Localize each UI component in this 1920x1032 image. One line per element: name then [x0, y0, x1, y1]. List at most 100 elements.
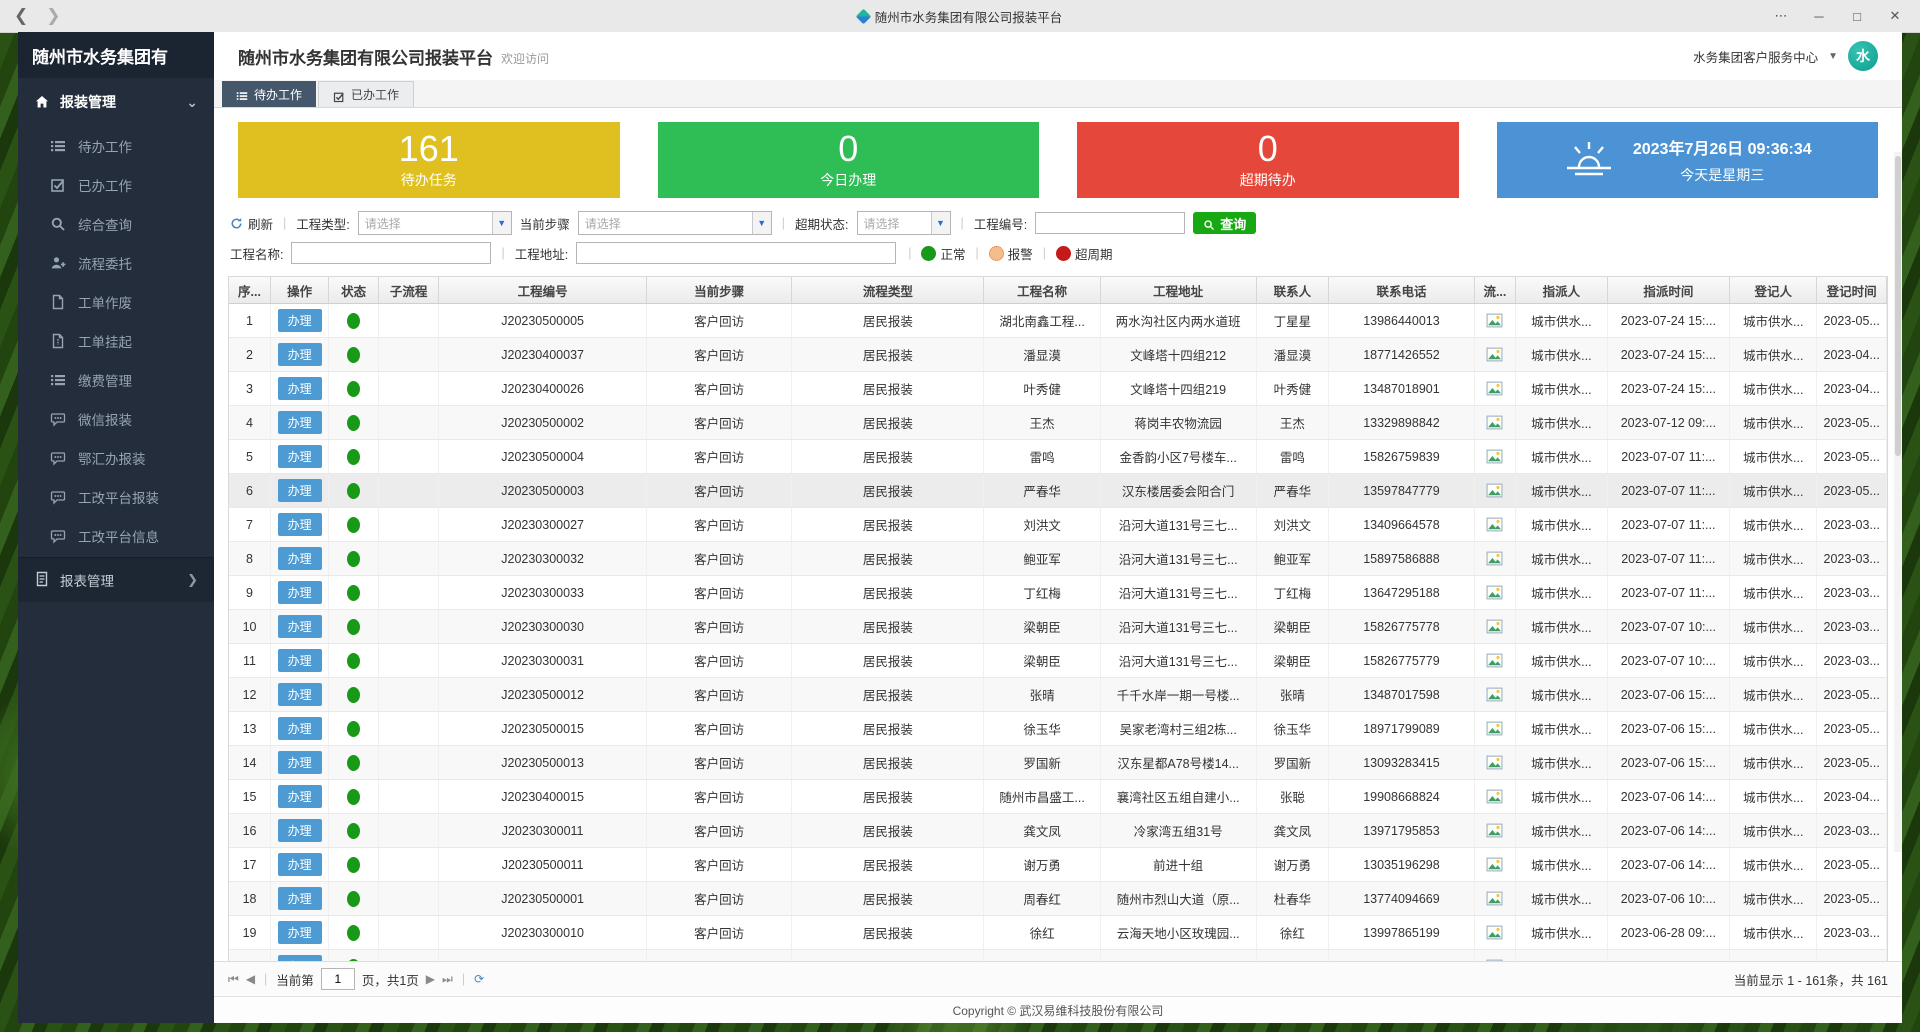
table-row[interactable]: 17办理J20230500011客户回访居民报装谢万勇前进十组谢万勇130351… [229, 848, 1887, 882]
sidebar-item-ehuiban-install[interactable]: 鄂汇办报装 [18, 438, 214, 477]
flow-chart-icon[interactable] [1486, 788, 1503, 805]
project-name-input[interactable] [291, 242, 491, 264]
card-today-handled[interactable]: 0 今日办理 [658, 122, 1040, 198]
table-row[interactable]: 11办理J20230300031客户回访居民报装梁朝臣沿河大道131号三七...… [229, 644, 1887, 678]
column-header[interactable]: 操作 [271, 277, 329, 304]
table-row[interactable]: 20办理J20230400012客户回访居民报装郑晓霜顺德门小区门口三间...申… [229, 950, 1887, 962]
flow-chart-icon[interactable] [1486, 312, 1503, 329]
table-row[interactable]: 10办理J20230300030客户回访居民报装梁朝臣沿河大道131号三七...… [229, 610, 1887, 644]
column-header[interactable]: 子流程 [379, 277, 439, 304]
last-page-icon[interactable]: ⏭ [442, 972, 453, 987]
table-row[interactable]: 12办理J20230500012客户回访居民报装张晴千千水岸一期一号楼...张晴… [229, 678, 1887, 712]
sidebar-item-order-suspend[interactable]: 工单挂起 [18, 321, 214, 360]
handle-button[interactable]: 办理 [278, 343, 322, 366]
flow-chart-icon[interactable] [1486, 924, 1503, 941]
project-no-input[interactable] [1035, 212, 1185, 234]
table-row[interactable]: 13办理J20230500015客户回访居民报装徐玉华吴家老湾村三组2栋...徐… [229, 712, 1887, 746]
flow-chart-icon[interactable] [1486, 754, 1503, 771]
page-number-input[interactable] [321, 968, 355, 990]
table-row[interactable]: 16办理J20230300011客户回访居民报装龚文凤冷家湾五组31号龚文凤13… [229, 814, 1887, 848]
table-row[interactable]: 18办理J20230500001客户回访居民报装周春红随州市烈山大道（原...杜… [229, 882, 1887, 916]
table-row[interactable]: 5办理J20230500004客户回访居民报装雷鸣金香韵小区7号楼车...雷鸣1… [229, 440, 1887, 474]
handle-button[interactable]: 办理 [278, 513, 322, 536]
current-step-select[interactable]: 请选择 ▼ [578, 211, 772, 235]
table-row[interactable]: 3办理J20230400026客户回访居民报装叶秀健文峰塔十四组219叶秀健13… [229, 372, 1887, 406]
handle-button[interactable]: 办理 [278, 819, 322, 842]
table-row[interactable]: 4办理J20230500002客户回访居民报装王杰蒋岗丰农物流园王杰133298… [229, 406, 1887, 440]
avatar[interactable]: 水 [1848, 41, 1878, 71]
table-row[interactable]: 19办理J20230300010客户回访居民报装徐红云海天地小区玫瑰园...徐红… [229, 916, 1887, 950]
handle-button[interactable]: 办理 [278, 377, 322, 400]
flow-chart-icon[interactable] [1486, 346, 1503, 363]
column-header[interactable]: 联系电话 [1329, 277, 1474, 304]
close-icon[interactable]: ✕ [1880, 5, 1910, 27]
minimize-icon[interactable]: ─ [1804, 5, 1834, 27]
sidebar-item-gongai-info[interactable]: 工改平台信息 [18, 516, 214, 555]
column-header[interactable]: 当前步骤 [646, 277, 791, 304]
flow-chart-icon[interactable] [1486, 482, 1503, 499]
card-overdue[interactable]: 0 超期待办 [1077, 122, 1459, 198]
sidebar-item-order-void[interactable]: 工单作废 [18, 282, 214, 321]
sidebar-item-todo-work[interactable]: 待办工作 [18, 126, 214, 165]
sidebar-item-combined-query[interactable]: 综合查询 [18, 204, 214, 243]
flow-chart-icon[interactable] [1486, 584, 1503, 601]
sidebar-group-install-mgmt[interactable]: 报装管理 ⌄ [18, 78, 214, 126]
flow-chart-icon[interactable] [1486, 890, 1503, 907]
flow-chart-icon[interactable] [1486, 652, 1503, 669]
sidebar-item-done-work[interactable]: 已办工作 [18, 165, 214, 204]
handle-button[interactable]: 办理 [278, 445, 322, 468]
handle-button[interactable]: 办理 [278, 411, 322, 434]
handle-button[interactable]: 办理 [278, 785, 322, 808]
handle-button[interactable]: 办理 [278, 479, 322, 502]
handle-button[interactable]: 办理 [278, 649, 322, 672]
table-row[interactable]: 1办理J20230500005客户回访居民报装湖北南鑫工程...两水沟社区内两水… [229, 304, 1887, 338]
column-header[interactable]: 工程名称 [984, 277, 1100, 304]
column-header[interactable]: 指派人 [1516, 277, 1607, 304]
column-header[interactable]: 序... [229, 277, 271, 304]
column-header[interactable]: 指派时间 [1607, 277, 1730, 304]
column-header[interactable]: 登记时间 [1817, 277, 1887, 304]
flow-chart-icon[interactable] [1486, 516, 1503, 533]
table-row[interactable]: 15办理J20230400015客户回访居民报装随州市昌盛工...襄湾社区五组自… [229, 780, 1887, 814]
vertical-scrollbar[interactable] [1894, 152, 1902, 852]
forward-icon[interactable]: ❯ [46, 6, 60, 26]
column-header[interactable]: 流程类型 [792, 277, 984, 304]
first-page-icon[interactable]: ⏮ [228, 972, 239, 987]
column-header[interactable]: 工程编号 [439, 277, 647, 304]
sidebar-item-flow-delegate[interactable]: 流程委托 [18, 243, 214, 282]
handle-button[interactable]: 办理 [278, 683, 322, 706]
handle-button[interactable]: 办理 [278, 615, 322, 638]
more-options-icon[interactable]: ⋯ [1766, 5, 1796, 27]
tab-done-work[interactable]: 已办工作 [318, 81, 414, 107]
reload-icon[interactable]: ⟳ [474, 972, 484, 986]
project-type-select[interactable]: 请选择 ▼ [358, 211, 512, 235]
handle-button[interactable]: 办理 [278, 309, 322, 332]
maximize-icon[interactable]: □ [1842, 5, 1872, 27]
flow-chart-icon[interactable] [1486, 380, 1503, 397]
handle-button[interactable]: 办理 [278, 921, 322, 944]
column-header[interactable]: 联系人 [1256, 277, 1329, 304]
sidebar-item-gongai-install[interactable]: 工改平台报装 [18, 477, 214, 516]
flow-chart-icon[interactable] [1486, 448, 1503, 465]
handle-button[interactable]: 办理 [278, 887, 322, 910]
table-row[interactable]: 8办理J20230300032客户回访居民报装鲍亚军沿河大道131号三七...鲍… [229, 542, 1887, 576]
handle-button[interactable]: 办理 [278, 751, 322, 774]
flow-chart-icon[interactable] [1486, 618, 1503, 635]
handle-button[interactable]: 办理 [278, 581, 322, 604]
sidebar-item-wechat-install[interactable]: 微信报装 [18, 399, 214, 438]
overdue-state-select[interactable]: 请选择 ▼ [857, 211, 951, 235]
query-button[interactable]: 查询 [1193, 212, 1256, 234]
refresh-button[interactable]: 刷新 [230, 214, 273, 233]
user-center-menu[interactable]: 水务集团客户服务中心 [1693, 47, 1818, 66]
flow-chart-icon[interactable] [1486, 414, 1503, 431]
flow-chart-icon[interactable] [1486, 720, 1503, 737]
project-addr-input[interactable] [576, 242, 896, 264]
handle-button[interactable]: 办理 [278, 547, 322, 570]
column-header[interactable]: 状态 [329, 277, 379, 304]
table-row[interactable]: 6办理J20230500003客户回访居民报装严春华汉东楼居委会阳合门严春华13… [229, 474, 1887, 508]
flow-chart-icon[interactable] [1486, 550, 1503, 567]
flow-chart-icon[interactable] [1486, 686, 1503, 703]
back-icon[interactable]: ❮ [14, 6, 28, 26]
flow-chart-icon[interactable] [1486, 822, 1503, 839]
next-page-icon[interactable]: ▶ [426, 972, 435, 986]
